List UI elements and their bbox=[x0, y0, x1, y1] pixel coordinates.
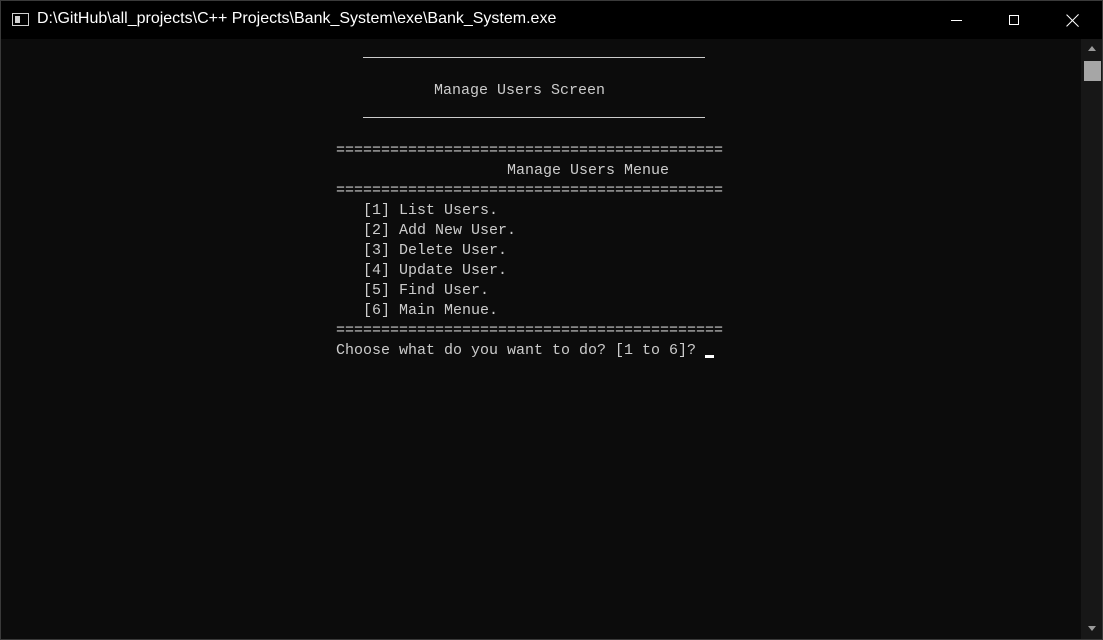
console-window: D:\GitHub\all_projects\C++ Projects\Bank… bbox=[0, 0, 1103, 640]
header-bottom-rule bbox=[363, 117, 705, 118]
menu-separator-top: ========================================… bbox=[336, 142, 724, 159]
maximize-icon bbox=[1009, 15, 1019, 25]
scroll-up-button[interactable] bbox=[1081, 39, 1102, 57]
scroll-thumb[interactable] bbox=[1084, 61, 1101, 81]
close-button[interactable] bbox=[1044, 1, 1102, 39]
menu-separator-bottom: ========================================… bbox=[336, 322, 724, 339]
vertical-scrollbar[interactable] bbox=[1081, 39, 1102, 639]
menu-item-find-user: [5] Find User. bbox=[363, 282, 490, 299]
window-title: D:\GitHub\all_projects\C++ Projects\Bank… bbox=[37, 10, 557, 27]
title-bar[interactable]: D:\GitHub\all_projects\C++ Projects\Bank… bbox=[1, 1, 1102, 39]
minimize-button[interactable] bbox=[927, 1, 985, 39]
chevron-up-icon bbox=[1088, 45, 1096, 51]
console-window-icon[interactable] bbox=[12, 13, 29, 26]
menu-item-delete-user: [3] Delete User. bbox=[363, 242, 508, 259]
menu-item-main-menue: [6] Main Menue. bbox=[363, 302, 499, 319]
text-cursor[interactable] bbox=[705, 355, 714, 358]
minimize-icon bbox=[950, 19, 962, 21]
menu-title: Manage Users Menue bbox=[507, 162, 670, 179]
header-top-rule bbox=[363, 57, 705, 58]
console-window-icon-inner bbox=[15, 16, 20, 23]
scroll-down-button[interactable] bbox=[1081, 619, 1102, 637]
menu-separator-middle: ========================================… bbox=[336, 182, 724, 199]
menu-item-add-new-user: [2] Add New User. bbox=[363, 222, 517, 239]
screen-title: Manage Users Screen bbox=[434, 82, 606, 99]
close-icon bbox=[1066, 13, 1080, 27]
maximize-button[interactable] bbox=[985, 1, 1043, 39]
menu-item-update-user: [4] Update User. bbox=[363, 262, 508, 279]
chevron-down-icon bbox=[1088, 625, 1096, 631]
console-output[interactable]: Manage Users Screen ====================… bbox=[1, 39, 1081, 639]
input-prompt: Choose what do you want to do? [1 to 6]? bbox=[336, 342, 697, 359]
menu-item-list-users: [1] List Users. bbox=[363, 202, 499, 219]
